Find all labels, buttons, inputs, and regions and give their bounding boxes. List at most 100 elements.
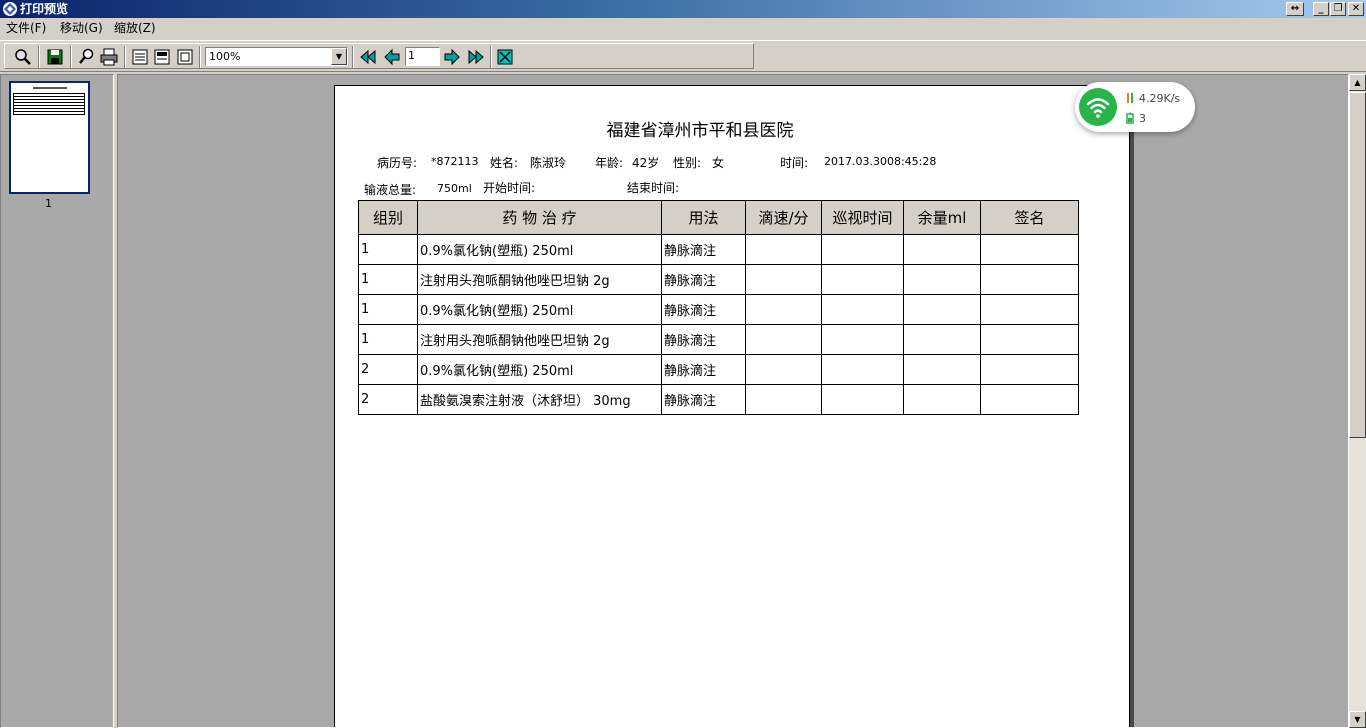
exit-icon[interactable] [494,46,516,68]
thumbnail-table [13,93,85,115]
close-button[interactable]: ✕ [1348,2,1364,16]
column-header: 巡视时间 [821,200,904,235]
time-value: 2017.03.3008:45:28 [824,155,937,168]
table-cell [745,384,822,415]
table-cell: 盐酸氨溴索注射液（沐舒坦） 30mg [417,384,662,415]
table-cell: 注射用头孢哌酮钠他唑巴坦钠 2g [417,324,662,355]
table-cell: 2 [358,354,418,385]
table-cell: 0.9%氯化钠(塑瓶) 250ml [417,354,662,385]
table-cell [903,324,981,355]
start-time-label: 开始时间: [483,181,536,195]
page-setup-icon[interactable] [151,46,173,68]
table-row: 1 0.9%氯化钠(塑瓶) 250ml 静脉滴注 [358,294,1079,325]
sex-label: 性别: [673,156,702,170]
age-label: 年龄: [595,156,624,170]
prev-page-icon[interactable] [381,46,403,68]
table-cell: 1 [358,234,418,265]
restore-size-button[interactable]: ↔ [1286,2,1304,16]
table-cell: 静脉滴注 [661,294,746,325]
table-cell [745,264,822,295]
table-cell [821,324,904,355]
print-page: 福建省漳州市平和县医院 病历号: *872113 姓名: 陈淑玲 年龄: 42岁… [334,85,1130,727]
table-cell: 静脉滴注 [661,354,746,385]
table-cell [903,264,981,295]
total-label: 输液总量: [364,183,417,197]
window-title: 打印预览 [20,2,69,16]
scroll-up-icon[interactable]: ▲ [1349,74,1366,91]
toolbar-separator [38,46,40,68]
zoom-select[interactable]: 100% ▼ [205,47,348,66]
table-cell: 静脉滴注 [661,264,746,295]
table-cell: 0.9%氯化钠(塑瓶) 250ml [417,294,662,325]
chevron-down-icon[interactable]: ▼ [331,48,347,65]
table-cell [745,324,822,355]
page-thumbnail[interactable] [9,81,90,194]
network-speed: 4.29K/s [1139,92,1181,105]
table-cell [980,384,1079,415]
table-cell: 静脉滴注 [661,384,746,415]
table-cell: 1 [358,294,418,325]
thumbnail-pane: 1 [0,74,114,728]
vertical-scrollbar[interactable]: ▲ ▼ [1349,74,1366,728]
table-cell [980,264,1079,295]
scroll-down-icon[interactable]: ▼ [1349,711,1366,728]
page-width-icon[interactable] [129,46,151,68]
table-cell: 0.9%氯化钠(塑瓶) 250ml [417,234,662,265]
sex-value: 女 [712,156,725,170]
table-cell: 1 [358,264,418,295]
menu-move[interactable]: 移动(G) [58,20,105,36]
table-cell [745,234,822,265]
table-cell [821,384,904,415]
name-label: 姓名: [490,156,519,170]
network-speed-widget[interactable]: 4.29K/s 3 [1075,82,1195,132]
page-number-input[interactable]: 1 [405,47,440,66]
toolbar-separator [70,46,72,68]
thumbnail-page-label: 1 [45,197,52,210]
whole-page-icon[interactable] [174,46,196,68]
save-icon[interactable] [44,46,66,68]
table-row: 1 注射用头孢哌酮钠他唑巴坦钠 2g 静脉滴注 [358,324,1079,355]
column-header: 滴速/分 [745,200,822,235]
app-icon [3,2,17,16]
next-page-icon[interactable] [441,46,463,68]
end-time-label: 结束时间: [627,181,680,195]
menu-bar: 文件(F) 移动(G) 缩放(Z) [0,18,1366,38]
infusion-table: 组别 药 物 治 疗 用法 滴速/分 巡视时间 余量ml 签名 1 0.9%氯化… [358,200,1079,415]
zoom-icon[interactable] [12,46,34,68]
table-row: 1 注射用头孢哌酮钠他唑巴坦钠 2g 静脉滴注 [358,264,1079,295]
total-value: 750ml [437,182,472,195]
thumbnail-title-line [33,87,67,89]
first-page-icon[interactable] [358,46,380,68]
record-label: 病历号: [377,156,418,170]
maximize-button[interactable]: ❐ [1330,2,1346,16]
age-value: 42岁 [632,156,660,170]
table-cell [903,234,981,265]
column-header: 余量ml [903,200,981,235]
preview-pane: 福建省漳州市平和县医院 病历号: *872113 姓名: 陈淑玲 年龄: 42岁… [117,74,1349,728]
minimize-button[interactable]: _ [1313,2,1329,16]
table-cell [745,294,822,325]
table-cell: 1 [358,324,418,355]
table-cell: 静脉滴注 [661,324,746,355]
find-icon[interactable] [76,46,98,68]
column-header: 用法 [661,200,746,235]
table-cell [903,294,981,325]
table-cell: 静脉滴注 [661,234,746,265]
toolbar: 100% ▼ 1 [0,40,1366,72]
wifi-icon [1079,88,1117,126]
toolbar-separator [490,46,492,68]
column-header: 组别 [358,200,418,235]
menu-zoom[interactable]: 缩放(Z) [112,20,158,36]
table-row: 2 盐酸氨溴索注射液（沐舒坦） 30mg 静脉滴注 [358,384,1079,415]
table-cell: 2 [358,384,418,415]
scrollbar-thumb[interactable] [1349,92,1366,438]
last-page-icon[interactable] [464,46,486,68]
traffic-arrows-icon [1127,93,1133,103]
print-icon[interactable] [98,46,120,68]
table-header-row: 组别 药 物 治 疗 用法 滴速/分 巡视时间 余量ml 签名 [358,200,1079,235]
battery-icon [1126,112,1134,124]
name-value: 陈淑玲 [530,156,567,170]
table-cell [980,324,1079,355]
table-cell [745,354,822,385]
menu-file[interactable]: 文件(F) [4,20,48,36]
